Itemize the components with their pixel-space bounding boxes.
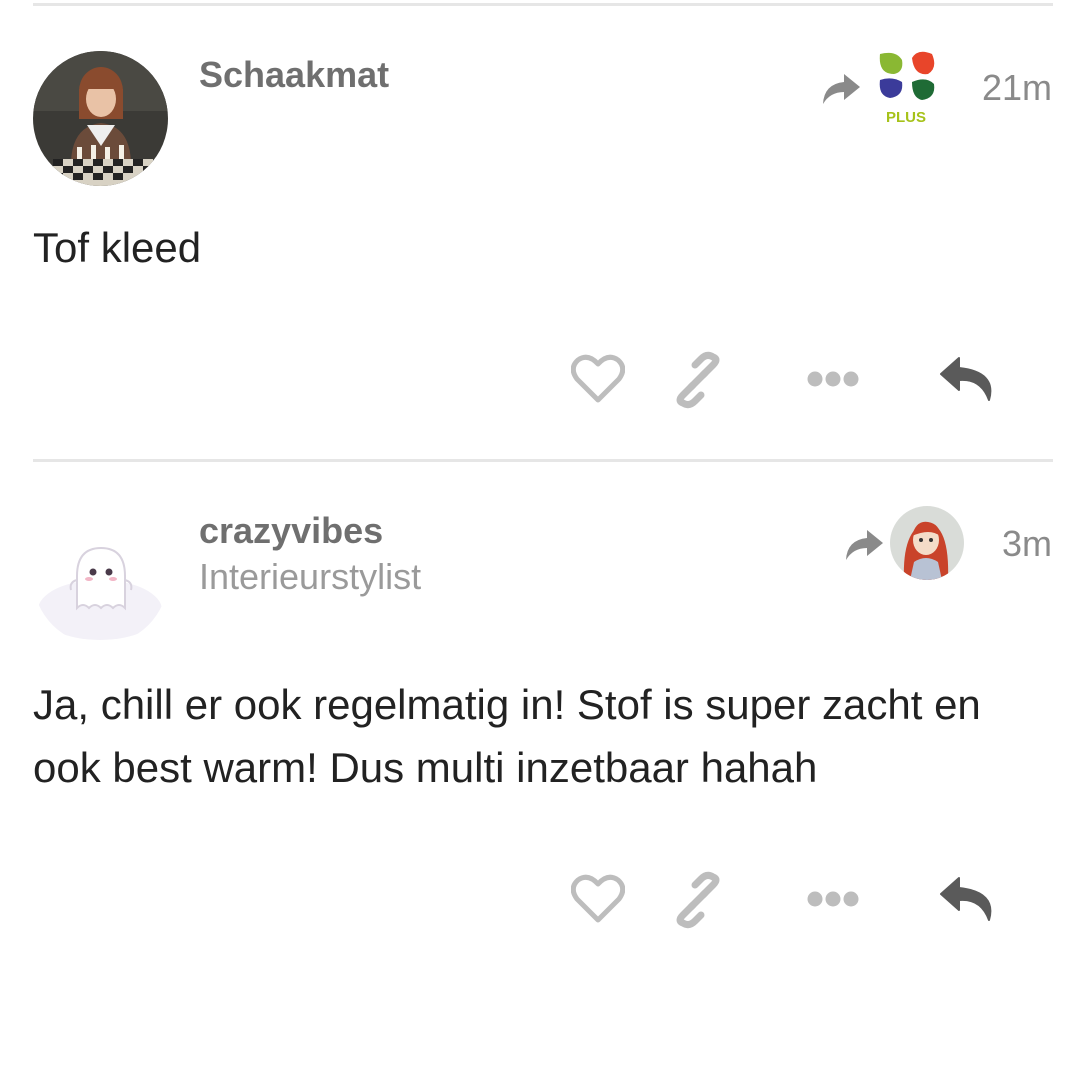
timestamp: 21m (981, 67, 1052, 108)
reply-button[interactable] (938, 354, 998, 406)
username[interactable]: crazyvibes (199, 511, 383, 551)
heart-icon (571, 354, 625, 403)
plus-logo-avatar[interactable]: PLUS (872, 50, 944, 126)
svg-text:PLUS: PLUS (886, 109, 926, 126)
chess-player-avatar-icon (33, 51, 168, 186)
ghost-avatar-icon (33, 510, 168, 645)
more-icon (807, 891, 859, 907)
like-button[interactable] (570, 352, 626, 406)
timestamp: 3m (1001, 523, 1052, 564)
more-options-button[interactable] (804, 886, 862, 912)
comment: crazyvibes Interieurstylist 3m Ja, chill… (0, 462, 1080, 1062)
more-options-button[interactable] (804, 366, 862, 392)
user-subtitle: Interieurstylist (199, 556, 422, 597)
comment-text: Ja, chill er ook regelmatig in! Stof is … (33, 681, 981, 791)
avatar[interactable] (33, 510, 168, 645)
comment-text: Tof kleed (33, 224, 202, 271)
username[interactable]: Schaakmat (199, 55, 389, 95)
heart-icon (571, 874, 625, 923)
link-icon (676, 871, 720, 929)
repost-arrow-icon (843, 528, 885, 562)
copy-link-button[interactable] (668, 350, 728, 410)
reply-icon (940, 877, 992, 921)
link-icon (676, 351, 720, 409)
comment: Schaakmat PLUS 21m Tof kleed (0, 0, 1080, 460)
copy-link-button[interactable] (668, 870, 728, 930)
reply-button[interactable] (938, 874, 998, 926)
like-button[interactable] (570, 872, 626, 926)
red-haired-girl-avatar[interactable] (890, 506, 964, 580)
more-icon (807, 371, 859, 387)
repost-arrow-icon (820, 72, 862, 106)
reply-icon (940, 357, 992, 401)
avatar[interactable] (33, 51, 168, 186)
